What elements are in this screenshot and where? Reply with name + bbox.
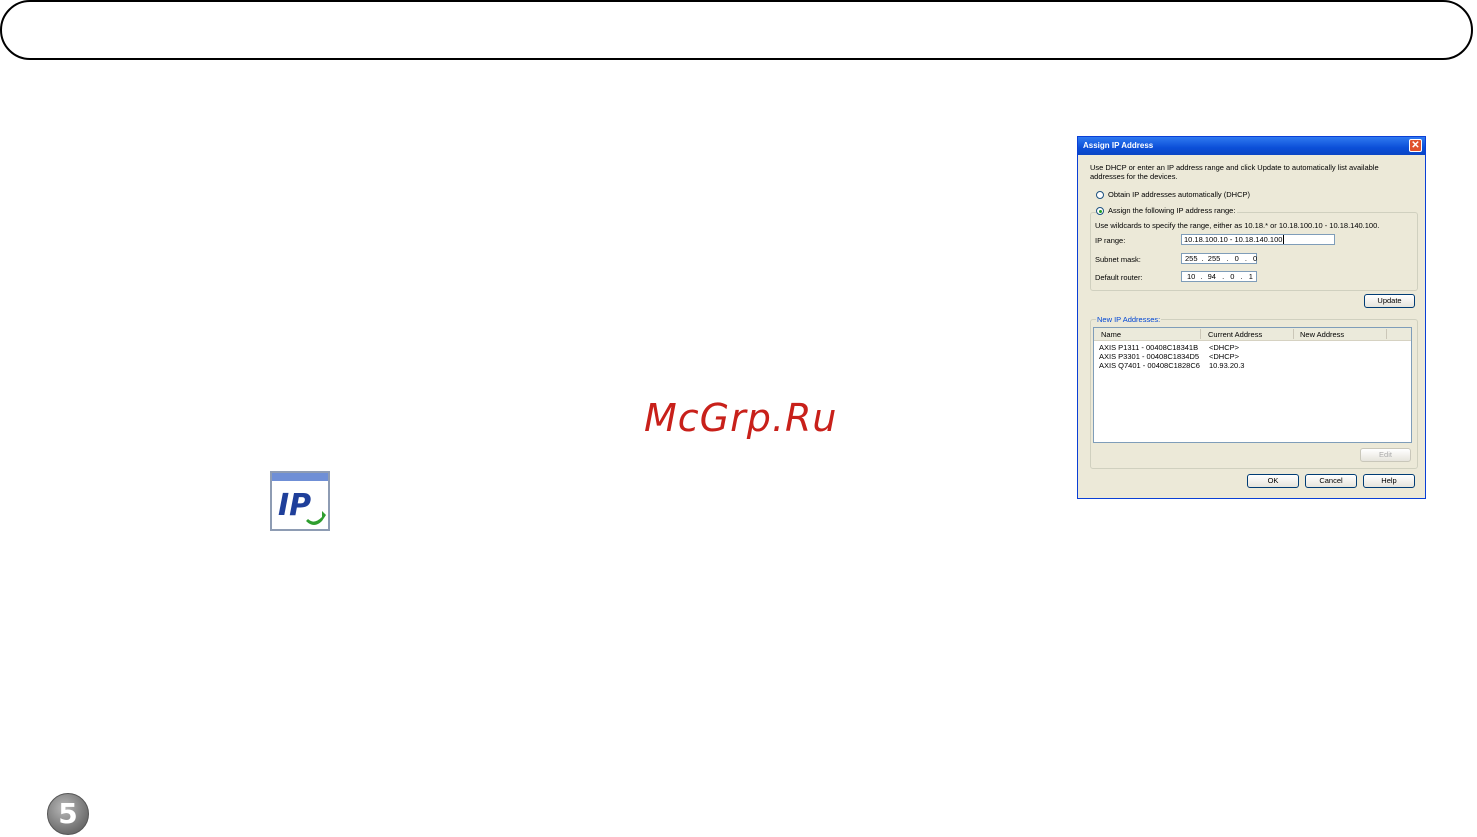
page-number-badge: 5 xyxy=(47,793,89,835)
row-name: AXIS P1311 - 00408C18341B xyxy=(1099,343,1199,352)
subnet-octet-1: 255 xyxy=(1185,254,1198,263)
radio-range[interactable]: Assign the following IP address range: xyxy=(1096,206,1238,215)
radio-range-label: Assign the following IP address range: xyxy=(1108,206,1236,215)
router-octet-1: 10 xyxy=(1187,272,1196,281)
edit-button[interactable]: Edit xyxy=(1360,448,1411,462)
device-list[interactable]: Name Current Address New Address AXIS P1… xyxy=(1093,327,1412,443)
row-name: AXIS P3301 - 00408C1834D5 xyxy=(1099,352,1200,361)
cancel-button[interactable]: Cancel xyxy=(1305,474,1357,488)
radio-dhcp-label: Obtain IP addresses automatically (DHCP) xyxy=(1108,190,1251,199)
radio-range-indicator[interactable] xyxy=(1096,206,1104,215)
subnet-octet-3: 0 xyxy=(1234,254,1239,263)
dialog-title-bar[interactable]: Assign IP Address ✕ xyxy=(1078,137,1425,155)
row-name: AXIS Q7401 - 00408C1828C6 xyxy=(1099,361,1200,370)
router-octet-2: 94 xyxy=(1207,272,1216,281)
radio-dhcp-indicator[interactable] xyxy=(1096,190,1104,199)
subnet-octet-2: 255 xyxy=(1207,254,1221,263)
ip-range-value: 10.18.100.10 - 10.18.140.100 xyxy=(1184,235,1283,244)
ip-range-input[interactable]: 10.18.100.10 - 10.18.140.100 xyxy=(1181,234,1335,245)
row-current: <DHCP> xyxy=(1209,352,1240,361)
update-button[interactable]: Update xyxy=(1364,294,1415,308)
column-current-address[interactable]: Current Address xyxy=(1208,330,1262,339)
range-hint: Use wildcards to specify the range, eith… xyxy=(1095,221,1380,230)
router-octet-3: 0 xyxy=(1230,272,1235,281)
dialog-title: Assign IP Address xyxy=(1083,141,1154,150)
ok-button[interactable]: OK xyxy=(1247,474,1299,488)
subnet-octet-4: 0 xyxy=(1253,254,1258,263)
header-bar xyxy=(0,0,1473,60)
radio-dhcp[interactable]: Obtain IP addresses automatically (DHCP) xyxy=(1096,190,1250,199)
column-name[interactable]: Name xyxy=(1101,330,1121,339)
assign-ip-dialog: Assign IP Address ✕ Use DHCP or enter an… xyxy=(1077,136,1426,499)
row-current: 10.93.20.3 xyxy=(1209,361,1245,370)
default-router-label: Default router: xyxy=(1095,273,1143,282)
router-octet-4: 1 xyxy=(1248,272,1253,281)
subnet-mask-label: Subnet mask: xyxy=(1095,255,1141,264)
watermark: McGrp.Ru xyxy=(644,396,838,440)
dialog-intro: Use DHCP or enter an IP address range an… xyxy=(1090,163,1379,181)
subnet-mask-field[interactable]: 255 . 255 . 0 . 0 xyxy=(1181,253,1257,264)
help-button[interactable]: Help xyxy=(1363,474,1415,488)
ip-range-label: IP range: xyxy=(1095,236,1126,245)
ip-icon-text: IP xyxy=(278,488,311,523)
ip-assign-icon[interactable]: IP xyxy=(270,471,330,531)
column-new-address[interactable]: New Address xyxy=(1300,330,1344,339)
close-button[interactable]: ✕ xyxy=(1409,139,1422,152)
list-header: Name Current Address New Address xyxy=(1094,328,1411,341)
default-router-field[interactable]: 10 . 94 . 0 . 1 xyxy=(1181,271,1257,282)
new-ip-label: New IP Addresses: xyxy=(1096,315,1162,324)
row-current: <DHCP> xyxy=(1209,343,1240,352)
close-icon: ✕ xyxy=(1411,140,1420,151)
